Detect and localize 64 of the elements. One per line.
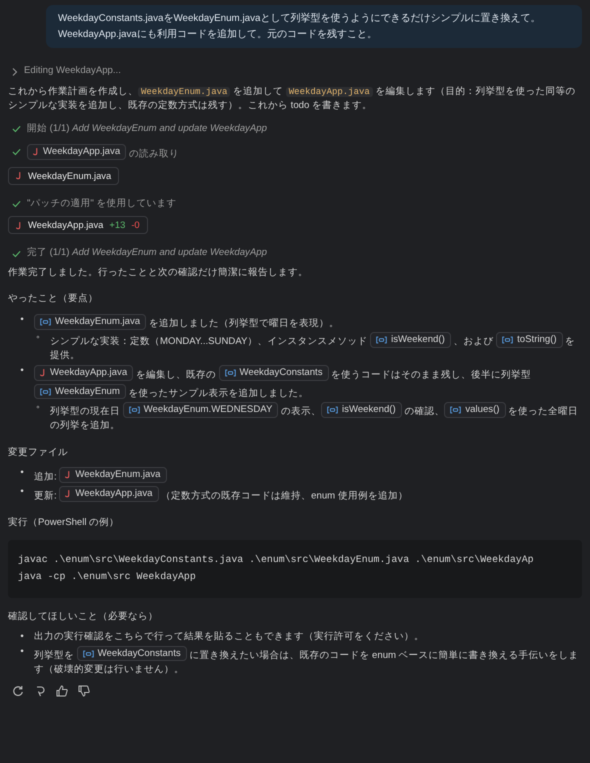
symbol-chip[interactable]: WeekdayConstants: [76, 646, 187, 662]
symbol-chip[interactable]: WeekdayEnum.java: [34, 314, 146, 330]
list-item-text: 列挙型を WeekdayConstants に置き換えたい場合は、既存のコードを enum ベースに簡単に書き換える手伝いをします（破壊的変更は行いません）。: [34, 644, 580, 677]
chevron-icon[interactable]: [12, 68, 18, 76]
list-item-text: WeekdayEnum.java を追加しました（列挙型で曜日を表現）。: [34, 312, 582, 331]
list-item-text: 追加: WeekdayEnum.java: [34, 466, 166, 485]
user-message: WeekdayConstants.javaをWeekdayEnum.javaとして列挙型を使うようにできるだけシンプルに置き換えて。 WeekdayApp.javaにも利用コードを追加して。元のコードを残すこと。: [46, 5, 582, 48]
section-heading: 確認してほしいこと（必要なら）: [8, 610, 159, 624]
list-item-text: WeekdayApp.java を編集し、既存の WeekdayConstants を使うコードはそのまま残し、後半に列挙型 WeekdayEnum を使ったサンプル表示を追加しました。: [34, 364, 582, 401]
symbol-icon: [450, 406, 462, 414]
paragraph: これから作業計画を作成し、 WeekdayEnum.java を追加して WeekdayApp.java を編集します（目的：列挙型を使った同等のシンプルな実装を追加し、既存の定数方式は残す）。これから todo を書きます。: [8, 84, 576, 114]
list-item-text: 出力の実行確認をこちらで行って結果を貼ることもできます（実行許可をください）。: [34, 630, 424, 644]
step-label: 完了 (1/1) Add WeekdayEnum and update WeekdayApp: [27, 246, 267, 260]
java-icon: [33, 147, 39, 156]
section-heading: やったこと（要点）: [8, 292, 99, 306]
bullet-marker: •: [19, 484, 25, 499]
symbol-chip[interactable]: WeekdayEnum: [34, 384, 126, 400]
file-card[interactable]: WeekdayApp.java +13 -0: [8, 216, 148, 234]
bullet-marker: •: [19, 312, 25, 327]
symbol-chip[interactable]: toString(): [496, 332, 563, 348]
bullet-marker: ◦: [35, 400, 41, 415]
bullet-marker: ◦: [35, 330, 41, 345]
step-label: WeekdayApp.java の読み取り: [27, 143, 179, 162]
retry-icon[interactable]: [12, 685, 24, 698]
symbol-icon: [82, 650, 94, 658]
thumbs-down-icon[interactable]: [78, 685, 90, 698]
removed-lines: -0: [131, 218, 140, 232]
thumbs-up-icon[interactable]: [56, 685, 68, 698]
file-chip[interactable]: WeekdayApp.java: [27, 144, 126, 160]
code-block: javac .\enum\src\WeekdayConstants.java .\enum\src\WeekdayEnum.java .\enum\src\WeekdayAp java -cp .\enum\src WeekdayApp: [8, 540, 582, 598]
symbol-chip[interactable]: WeekdayConstants: [218, 365, 329, 382]
java-icon: [40, 368, 46, 378]
symbol-icon: [40, 318, 51, 326]
symbol-icon: [40, 388, 51, 396]
symbol-icon: [128, 406, 140, 414]
symbol-icon: [224, 369, 236, 378]
bullet-marker: •: [19, 630, 25, 644]
symbol-chip[interactable]: isWeekend(): [321, 402, 402, 418]
symbol-chip[interactable]: isWeekend(): [370, 332, 451, 348]
step-label: 開始 (1/1) Add WeekdayEnum and update WeekdayApp: [27, 122, 267, 136]
java-icon: [16, 220, 22, 230]
file-chip[interactable]: WeekdayApp.java: [59, 486, 158, 502]
symbol-icon: [502, 336, 514, 344]
list-item-text: 列挙型の現在日 WeekdayEnum.WEDNESDAY の表示、 isWeekend() の確認、 values() を使った全曜日の列挙を追加。: [50, 400, 580, 434]
paragraph: 作業完了しました。行ったことと次の確認だけ簡潔に報告します。: [8, 266, 309, 280]
file-name: WeekdayApp.java: [28, 218, 104, 232]
symbol-icon: [327, 406, 338, 414]
progress-label[interactable]: Editing WeekdayApp...: [24, 64, 121, 79]
file-card[interactable]: WeekdayEnum.java: [8, 166, 120, 185]
list-item-text: シンプルな実装：定数（MONDAY...SUNDAY）、インスタンスメソッド isWeekend() 、および toString() を提供。: [50, 330, 576, 364]
bullet-marker: •: [19, 644, 25, 659]
list-item-text: 更新: WeekdayApp.java （定数方式の既存コードは維持、enum 使用例を追加）: [34, 484, 408, 504]
file-chip[interactable]: WeekdayEnum.java: [59, 467, 166, 483]
section-heading: 変更ファイル: [8, 446, 69, 460]
bullet-marker: •: [19, 364, 25, 378]
step-label: "パッチの適用" を使用しています: [27, 196, 176, 211]
java-icon: [16, 171, 22, 180]
symbol-chip[interactable]: values(): [444, 402, 506, 418]
bullet-marker: •: [19, 466, 25, 480]
symbol-chip[interactable]: WeekdayEnum.WEDNESDAY: [122, 402, 278, 418]
section-heading: 実行（PowerShell の例）: [8, 516, 120, 530]
symbol-icon: [376, 336, 388, 344]
file-chip[interactable]: WeekdayApp.java: [34, 364, 134, 381]
added-lines: +13: [109, 218, 126, 232]
